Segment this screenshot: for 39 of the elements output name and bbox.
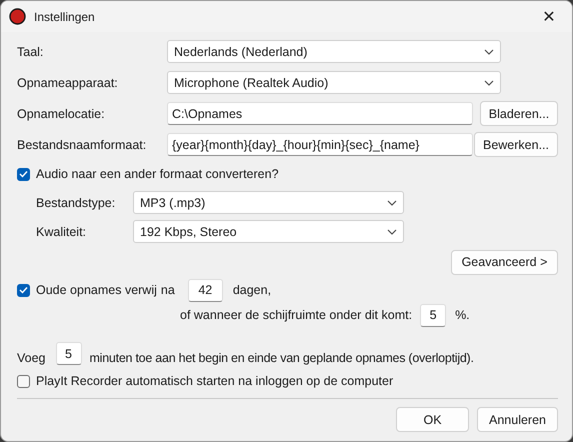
checkbox[interactable] [17,284,30,296]
checkbox[interactable] [17,168,30,180]
ok-button[interactable]: OK [396,407,469,432]
field-label: Bestandstype: [36,196,116,210]
field-label: Opnameapparaat: [17,76,119,90]
text-field[interactable]: C:\Opnames [167,102,473,125]
days-field[interactable]: 42 [188,278,223,302]
dropdown[interactable]: MP3 (.mp3) [133,191,404,214]
field-label: Taal: [17,44,44,58]
dropdown[interactable]: Microphone (Realtek Audio) [167,71,501,94]
days-prefix: na [160,283,175,297]
browse-button[interactable]: Bladeren... [480,101,558,126]
padding-label: minuten toe aan het begin en einde van geplande opnames (overloptijd). [90,351,474,365]
field-label: Opnamelocatie: [17,106,106,120]
advanced-button[interactable]: Geavanceerd > [451,250,558,274]
days-unit: dagen, [232,283,272,297]
minutes-field[interactable]: 5 [56,342,82,365]
checkbox-label: Audio naar een ander formaat converteren? [36,167,279,181]
chevron-down-icon [387,200,397,206]
disk-space-label: of wanneer de schijfruimte onder dit komt: [180,308,412,322]
window-title: Instellingen [34,10,96,24]
checkbox-label: PlayIt Recorder automatisch starten na inloggen op de computer [36,374,394,388]
percent-unit: %. [455,308,470,322]
chevron-down-icon [484,80,494,86]
cancel-button[interactable]: Annuleren [477,407,558,432]
checkbox-label: Oude opnames verwij [36,283,157,297]
disk-space-field[interactable]: 5 [420,304,446,326]
dropdown[interactable]: Nederlands (Nederland) [167,40,501,63]
browse-button[interactable]: Bewerken... [474,132,558,157]
record-icon [9,8,26,25]
padding-prefix: Voeg [17,351,46,365]
close-button[interactable]: ✕ [526,1,572,32]
field-label: Kwaliteit: [36,224,88,238]
chevron-down-icon [387,228,397,234]
text-field[interactable]: {year}{month}{day}_{hour}{min}{sec}_{name} [167,133,473,156]
checkbox[interactable] [17,374,30,388]
field-label: Bestandsnaamformaat: [17,138,148,152]
dropdown[interactable]: 192 Kbps, Stereo [133,220,404,243]
chevron-down-icon [484,48,494,54]
